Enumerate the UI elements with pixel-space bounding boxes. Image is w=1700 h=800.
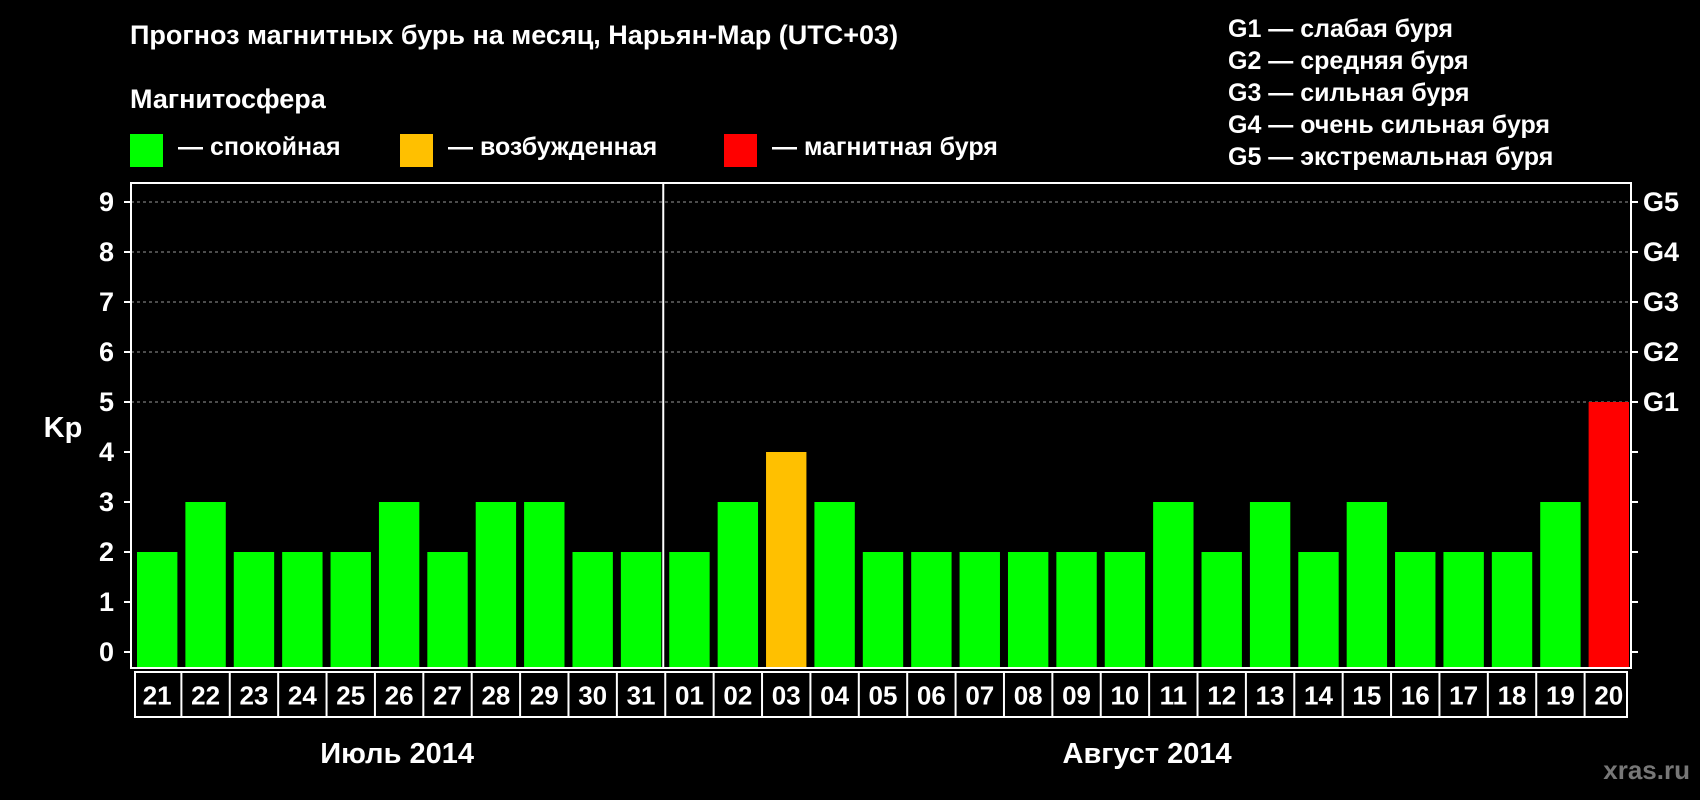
day-label: 06 — [917, 681, 946, 711]
day-label: 07 — [965, 681, 994, 711]
day-label: 20 — [1594, 681, 1623, 711]
bar-21 — [137, 552, 178, 668]
day-label: 14 — [1304, 681, 1333, 711]
bar-17 — [1443, 552, 1484, 668]
day-label: 05 — [869, 681, 898, 711]
y-tick-label: 4 — [99, 437, 114, 467]
day-label: 26 — [385, 681, 414, 711]
day-label: 28 — [481, 681, 510, 711]
g-level-label: G4 — [1643, 237, 1679, 267]
bar-08 — [1007, 552, 1049, 668]
day-label: 21 — [143, 681, 172, 711]
kp-bar-chart: 0123456789G1G2G3G4G5Kp21 22 23 24 25 26 27 28 29… — [44, 182, 1679, 770]
day-label: 25 — [336, 681, 365, 711]
bar-27 — [427, 552, 468, 668]
day-label: 08 — [1014, 681, 1043, 711]
y-axis-label: Kp — [44, 412, 83, 444]
day-label: 29 — [530, 681, 559, 711]
bar-04 — [814, 502, 855, 668]
day-label: 27 — [433, 681, 462, 711]
day-label: 18 — [1498, 681, 1527, 711]
y-tick-label: 1 — [99, 587, 114, 617]
bar-07 — [959, 552, 1000, 668]
bar-20 — [1588, 402, 1629, 668]
y-tick-label: 9 — [99, 187, 114, 217]
day-label: 12 — [1207, 681, 1236, 711]
y-tick-label: 7 — [99, 287, 114, 317]
day-label: 30 — [578, 681, 607, 711]
bar-03 — [766, 452, 807, 668]
bar-09 — [1056, 552, 1097, 668]
bar-30 — [572, 552, 613, 668]
bar-26 — [378, 502, 420, 668]
y-tick-label: 8 — [99, 237, 114, 267]
day-label: 11 — [1160, 681, 1188, 711]
day-label: 16 — [1401, 681, 1430, 711]
day-label: 31 — [627, 681, 656, 711]
day-label: 22 — [191, 681, 220, 711]
y-tick-label: 6 — [99, 337, 114, 367]
day-label: 17 — [1449, 681, 1478, 711]
bar-06 — [911, 552, 952, 668]
day-label: 24 — [288, 681, 317, 711]
day-label: 03 — [772, 681, 801, 711]
bar-14 — [1298, 552, 1339, 668]
day-label: 10 — [1110, 681, 1139, 711]
bar-02 — [717, 502, 759, 668]
bar-10 — [1104, 552, 1146, 668]
day-label: 04 — [820, 681, 849, 711]
bar-24 — [282, 552, 323, 668]
bar-23 — [233, 552, 275, 668]
g-level-label: G5 — [1643, 187, 1679, 217]
bar-22 — [185, 502, 226, 668]
y-tick-label: 5 — [99, 387, 114, 417]
g-level-label: G1 — [1643, 387, 1679, 417]
bar-29 — [524, 502, 565, 668]
bar-11 — [1153, 502, 1194, 668]
day-label: 15 — [1352, 681, 1381, 711]
g-level-label: G2 — [1643, 337, 1679, 367]
bar-31 — [620, 552, 662, 668]
bar-19 — [1540, 502, 1581, 668]
bar-12 — [1201, 552, 1242, 668]
day-label: 13 — [1256, 681, 1285, 711]
y-tick-label: 2 — [99, 537, 114, 567]
bar-28 — [475, 502, 517, 668]
month-label: Июль 2014 — [320, 738, 474, 770]
y-tick-label: 0 — [99, 637, 114, 667]
watermark: xras.ru — [1603, 755, 1690, 785]
bar-13 — [1249, 502, 1291, 668]
day-label: 09 — [1062, 681, 1091, 711]
bar-25 — [330, 552, 371, 668]
bar-15 — [1346, 502, 1388, 668]
day-label: 01 — [675, 681, 704, 711]
bar-01 — [669, 552, 710, 668]
day-label: 02 — [723, 681, 752, 711]
day-label: 23 — [240, 681, 269, 711]
y-tick-label: 3 — [99, 487, 114, 517]
day-label: 19 — [1546, 681, 1575, 711]
g-level-label: G3 — [1643, 287, 1679, 317]
bar-05 — [862, 552, 904, 668]
month-label: Август 2014 — [1063, 738, 1232, 770]
bar-16 — [1395, 552, 1436, 668]
bar-18 — [1491, 552, 1533, 668]
